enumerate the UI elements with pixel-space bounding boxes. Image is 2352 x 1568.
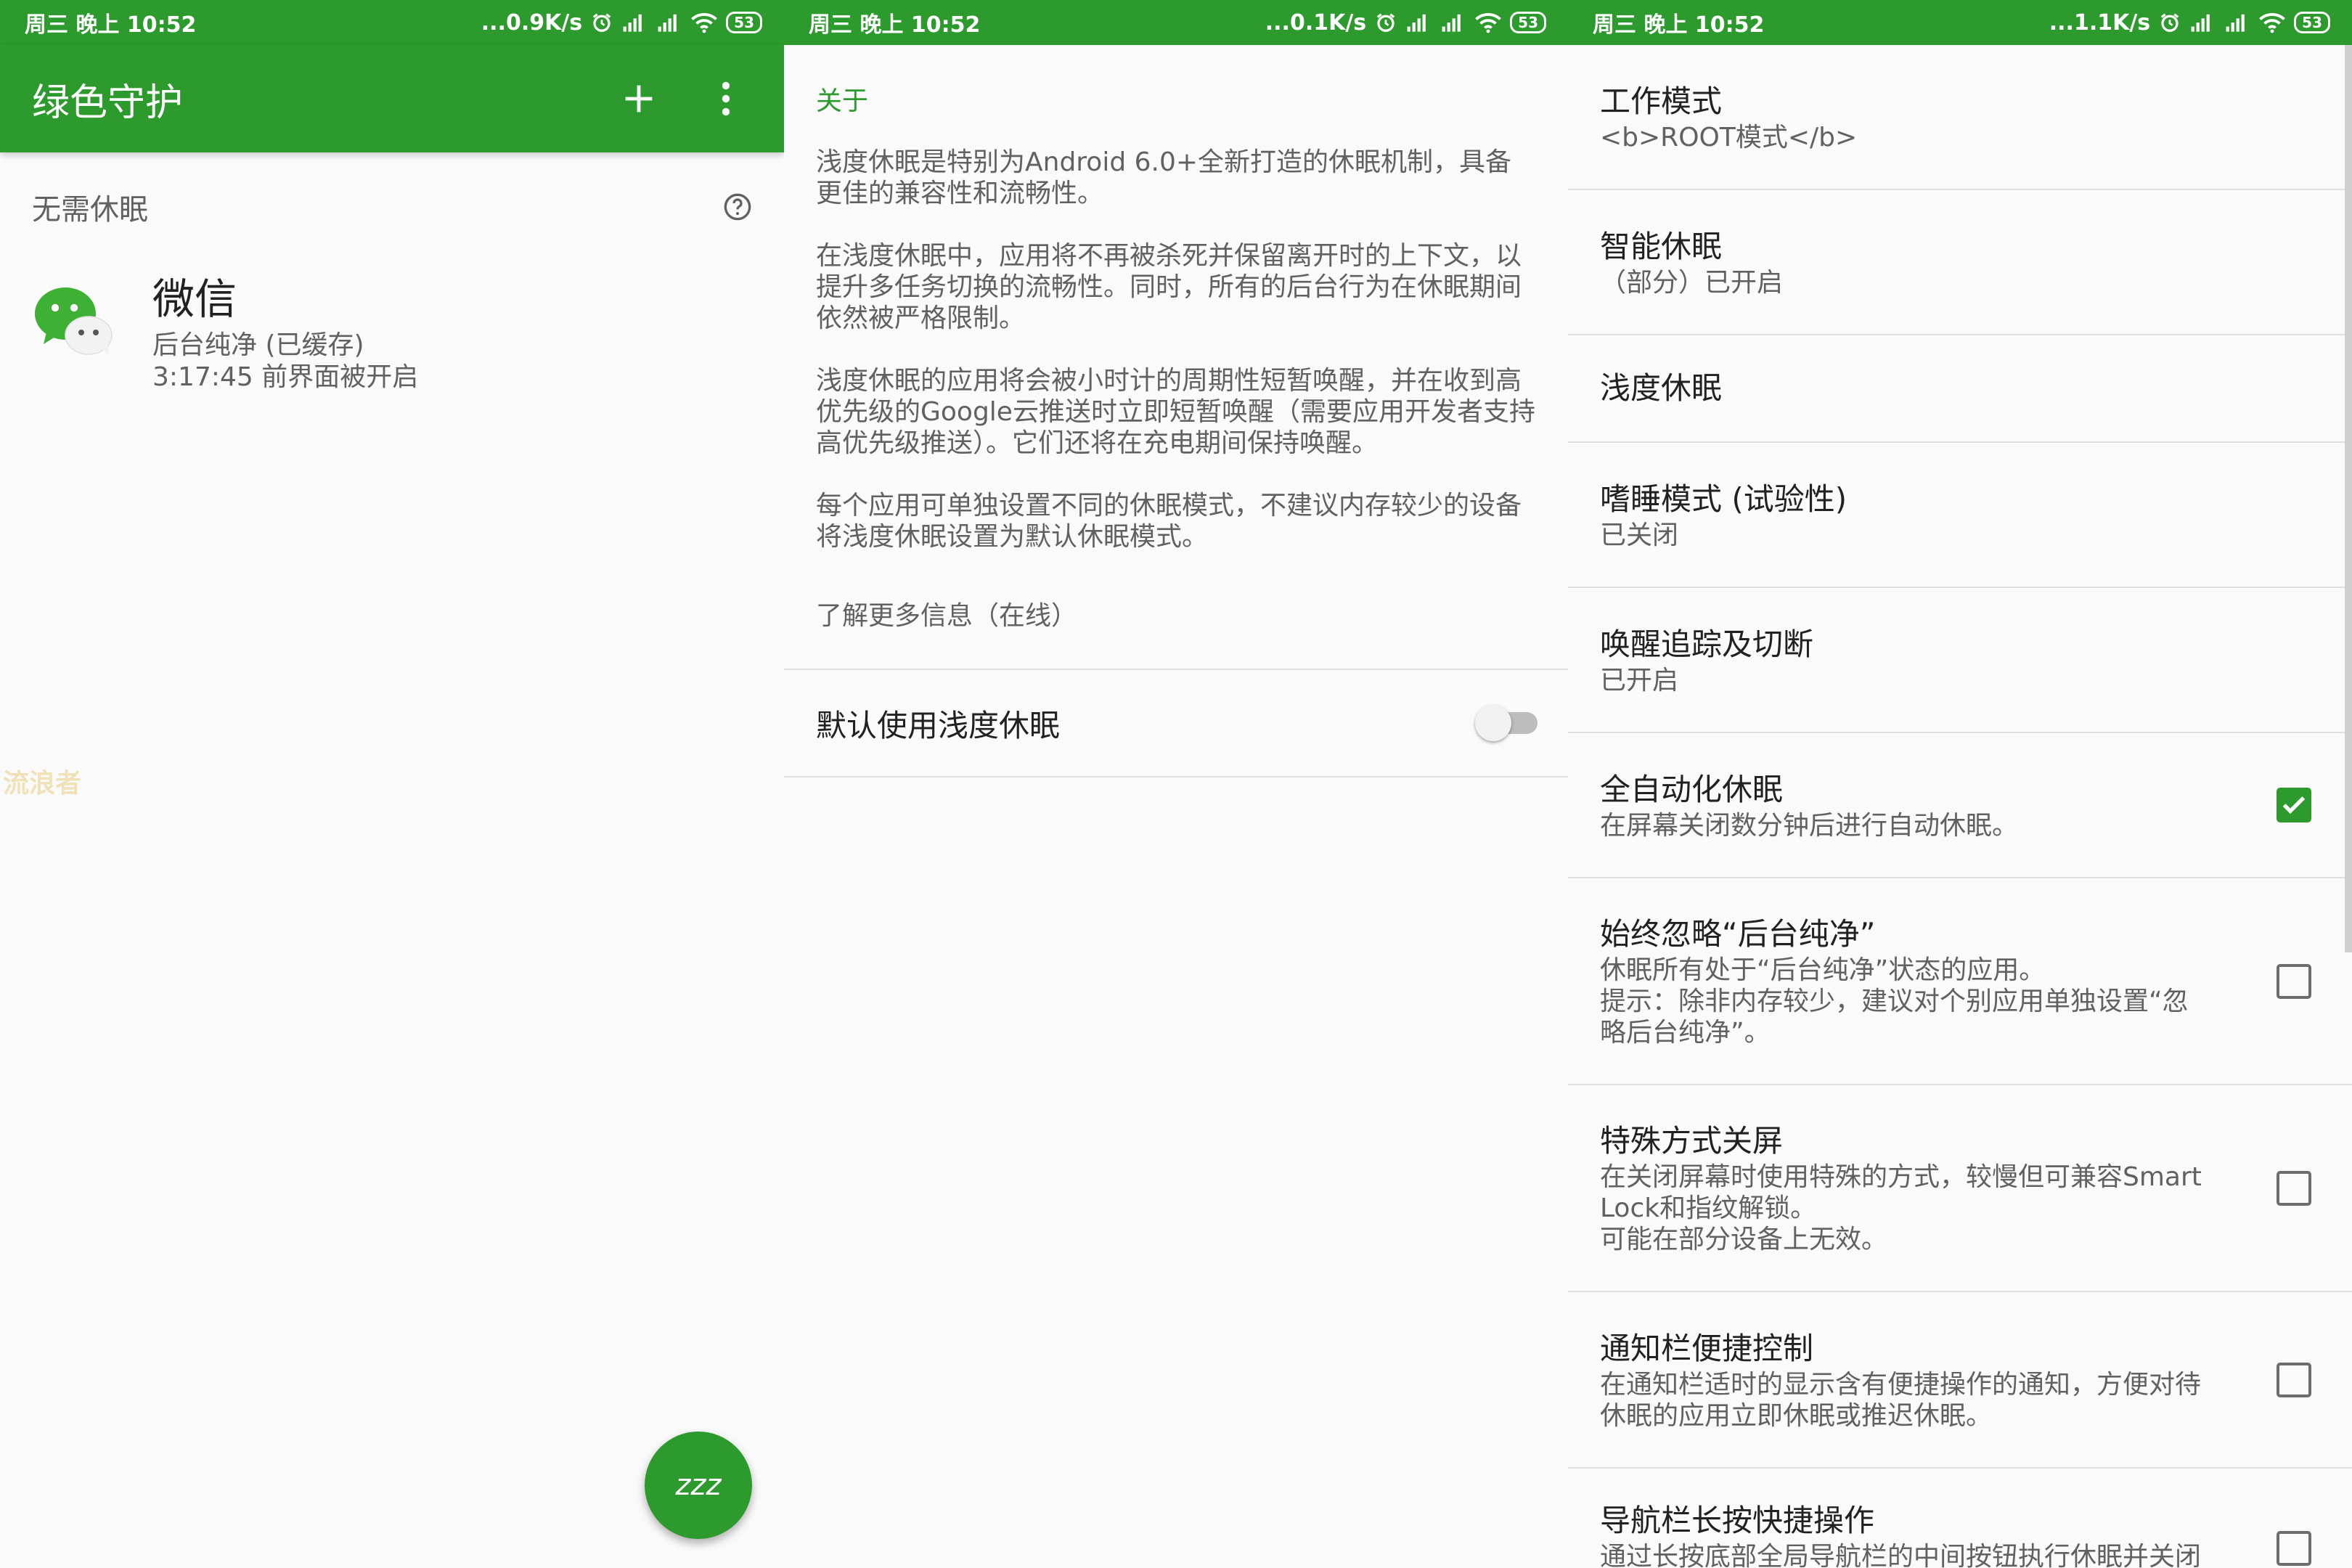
ignore-background-free-checkbox[interactable] xyxy=(2277,963,2311,999)
about-paragraph: 浅度休眠是特别为Android 6.0+全新打造的休眠机制，具备更佳的兼容性和流… xyxy=(816,147,1512,208)
about-paragraph: 在浅度休眠中，应用将不再被杀死并保留离开时的上下文，以提升多任务切换的流畅性。同… xyxy=(816,241,1522,333)
status-bar: 周三 晚上 10:52 ...0.1K/s 53 xyxy=(784,0,1568,45)
wifi-icon xyxy=(2259,13,2285,33)
signal-icon xyxy=(2226,14,2245,32)
pref-summary: 已关闭 xyxy=(1600,520,1679,550)
alarm-icon xyxy=(2161,13,2179,32)
app-name: 微信 xyxy=(152,274,237,324)
learn-more-link[interactable]: 了解更多信息（在线） xyxy=(784,595,1568,669)
auto-hibernate-checkbox[interactable] xyxy=(2277,788,2311,822)
wifi-icon xyxy=(691,13,717,33)
app-title: 绿色守护 xyxy=(32,81,184,125)
pref-wakeup-tracking[interactable]: 唤醒追踪及切断 已开启 xyxy=(1568,588,2352,733)
wechat-icon xyxy=(32,279,119,366)
divider xyxy=(784,776,1568,777)
pref-title: 嗜睡模式 (试验性) xyxy=(1600,481,1847,517)
alarm-icon xyxy=(593,13,611,32)
list-item[interactable]: 微信 后台纯净 (已缓存) 3:17:45 前界面被开启 xyxy=(0,261,784,401)
special-screen-off-checkbox[interactable] xyxy=(2277,1170,2311,1206)
signal-icon xyxy=(1442,14,1461,32)
pref-work-mode[interactable]: 工作模式 <b>ROOT模式</b> xyxy=(1568,45,2352,190)
status-time: 周三 晚上 10:52 xyxy=(25,12,197,38)
wifi-icon xyxy=(1475,13,1501,33)
alarm-icon xyxy=(1377,13,1395,32)
battery-icon: 53 xyxy=(2294,12,2330,33)
status-bar: 周三 晚上 10:52 ...0.9K/s 53 xyxy=(0,0,784,45)
section-title: 无需休眠 xyxy=(32,193,148,226)
default-light-hibernate-row[interactable]: 默认使用浅度休眠 xyxy=(784,670,1568,776)
status-time: 周三 晚上 10:52 xyxy=(1593,12,1765,38)
signal-icon xyxy=(1407,14,1426,32)
pref-title: 通知栏便捷控制 xyxy=(1600,1330,1814,1366)
hibernate-fab-button[interactable]: zzz xyxy=(645,1432,752,1539)
about-screen: 周三 晚上 10:52 ...0.1K/s 53 关于 浅度休眠是特别为Andr… xyxy=(784,0,1568,1568)
plus-icon[interactable] xyxy=(610,70,668,128)
app-bar: 绿色守护 xyxy=(0,45,784,152)
status-time: 周三 晚上 10:52 xyxy=(809,12,981,38)
status-bar: 周三 晚上 10:52 ...1.1K/s 53 xyxy=(1568,0,2352,45)
pref-light-hibernate[interactable]: 浅度休眠 xyxy=(1568,335,2352,443)
pref-navbar-longpress[interactable]: 导航栏长按快捷操作 通过长按底部全局导航栏的中间按钮执行休眠并关闭 xyxy=(1568,1469,2352,1568)
signal-icon xyxy=(623,14,642,32)
pref-summary: <b>ROOT模式</b> xyxy=(1600,122,1858,152)
pref-summary: 通过长按底部全局导航栏的中间按钮执行休眠并关闭 xyxy=(1600,1542,2202,1568)
battery-icon: 53 xyxy=(726,12,762,33)
about-title: 关于 xyxy=(816,86,869,116)
default-light-hibernate-switch[interactable] xyxy=(1475,705,1538,741)
pref-title: 浅度休眠 xyxy=(1600,370,1723,406)
network-speed: ...0.9K/s xyxy=(481,9,583,36)
scrollbar[interactable] xyxy=(2345,45,2352,952)
pref-summary: 休眠所有处于“后台纯净”状态的应用。 提示：除非内存较少，建议对个别应用单独设置… xyxy=(1600,955,2189,1048)
network-speed: ...1.1K/s xyxy=(2049,9,2151,36)
about-paragraph: 浅度休眠的应用将会被小时计的周期性短暂唤醒，并在收到高优先级的Google云推送… xyxy=(816,366,1535,458)
help-circle-icon[interactable] xyxy=(723,192,752,221)
sleep-icon: zzz xyxy=(675,1469,722,1502)
pref-title: 导航栏长按快捷操作 xyxy=(1600,1503,1875,1538)
navbar-longpress-checkbox[interactable] xyxy=(2277,1531,2311,1566)
toggle-label: 默认使用浅度休眠 xyxy=(816,707,1061,743)
pref-title: 全自动化休眠 xyxy=(1600,771,1784,807)
network-speed: ...0.1K/s xyxy=(1265,9,1367,36)
app-status: 后台纯净 (已缓存) xyxy=(152,330,364,360)
pref-smart-hibernate[interactable]: 智能休眠 （部分）已开启 xyxy=(1568,190,2352,335)
battery-icon: 53 xyxy=(1510,12,1546,33)
pref-title: 智能休眠 xyxy=(1600,228,1723,264)
pref-summary: 在关闭屏幕时使用特殊的方式，较慢但可兼容Smart Lock和指纹解锁。 可能在… xyxy=(1600,1162,2202,1254)
pref-title: 特殊方式关屏 xyxy=(1600,1123,1784,1159)
signal-icon xyxy=(2191,14,2210,32)
pref-summary: 已开启 xyxy=(1600,665,1679,695)
settings-screen: 周三 晚上 10:52 ...1.1K/s 53 工作模式 <b>ROOT模式<… xyxy=(1568,0,2352,1568)
pref-summary: （部分）已开启 xyxy=(1600,267,1784,298)
pref-title: 唤醒追踪及切断 xyxy=(1600,626,1814,662)
pref-auto-hibernate[interactable]: 全自动化休眠 在屏幕关闭数分钟后进行自动休眠。 xyxy=(1568,733,2352,878)
signal-icon xyxy=(658,14,677,32)
pref-summary: 在屏幕关闭数分钟后进行自动休眠。 xyxy=(1600,810,2019,841)
section-header: 无需休眠 xyxy=(0,152,784,261)
pref-title: 工作模式 xyxy=(1600,83,1723,119)
check-icon xyxy=(2282,796,2306,814)
notification-control-checkbox[interactable] xyxy=(2277,1362,2311,1397)
app-detail: 3:17:45 前界面被开启 xyxy=(152,362,419,392)
pref-summary: 在通知栏适时的显示含有便捷操作的通知，方便对待休眠的应用立即休眠或推迟休眠。 xyxy=(1600,1369,2202,1431)
watermark: 流浪者 xyxy=(3,769,82,799)
more-vert-icon[interactable] xyxy=(697,70,755,128)
pref-title: 始终忽略“后台纯净” xyxy=(1600,916,1876,952)
main-screen: 周三 晚上 10:52 ...0.9K/s 53 绿色守护 无需休眠 微信 后台… xyxy=(0,0,784,1568)
about-paragraph: 每个应用可单独设置不同的休眠模式，不建议内存较少的设备将浅度休眠设置为默认休眠模… xyxy=(816,491,1522,552)
pref-notification-control[interactable]: 通知栏便捷控制 在通知栏适时的显示含有便捷操作的通知，方便对待休眠的应用立即休眠… xyxy=(1568,1292,2352,1469)
pref-ignore-background-free[interactable]: 始终忽略“后台纯净” 休眠所有处于“后台纯净”状态的应用。 提示：除非内存较少，… xyxy=(1568,878,2352,1085)
pref-special-screen-off[interactable]: 特殊方式关屏 在关闭屏幕时使用特殊的方式，较慢但可兼容Smart Lock和指纹… xyxy=(1568,1085,2352,1292)
pref-doze-mode[interactable]: 嗜睡模式 (试验性) 已关闭 xyxy=(1568,443,2352,588)
